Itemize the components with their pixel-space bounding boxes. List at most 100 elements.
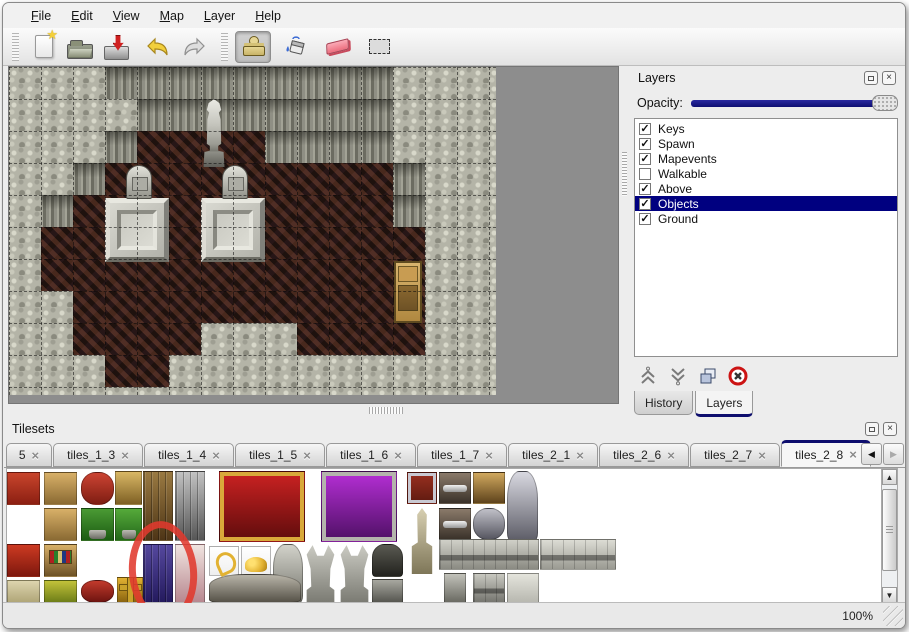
rock-wall-tile[interactable] bbox=[425, 99, 457, 131]
cliff-face-tile[interactable] bbox=[105, 67, 137, 99]
rock-wall-tile[interactable] bbox=[73, 99, 105, 131]
rock-wall-tile[interactable] bbox=[73, 355, 105, 387]
tileset-tab-tiles_1_4[interactable]: tiles_1_4× bbox=[144, 443, 234, 467]
close-tab-icon[interactable]: × bbox=[758, 448, 766, 463]
rock-wall-tile[interactable] bbox=[201, 323, 233, 355]
close-tab-icon[interactable]: × bbox=[667, 448, 675, 463]
tileset-tab-tiles_1_7[interactable]: tiles_1_7× bbox=[417, 443, 507, 467]
close-tab-icon[interactable]: × bbox=[32, 448, 40, 463]
tile-key-gold[interactable] bbox=[209, 546, 239, 576]
opacity-slider[interactable] bbox=[691, 94, 898, 112]
rock-wall-tile[interactable] bbox=[457, 131, 489, 163]
rock-wall-tile[interactable] bbox=[73, 387, 105, 395]
floor-tile[interactable] bbox=[233, 131, 265, 163]
floor-tile[interactable] bbox=[41, 259, 73, 291]
tileset-tab-tiles_1_3[interactable]: tiles_1_3× bbox=[53, 443, 143, 467]
floor-tile[interactable] bbox=[73, 291, 105, 323]
floor-tile[interactable] bbox=[297, 227, 329, 259]
cliff-face-tile[interactable] bbox=[233, 99, 265, 131]
open-file-button[interactable] bbox=[62, 31, 98, 63]
tile-bed[interactable] bbox=[175, 544, 205, 603]
rock-wall-tile[interactable] bbox=[9, 291, 41, 323]
rock-wall-tile[interactable] bbox=[9, 67, 41, 99]
rock-wall-tile[interactable] bbox=[9, 355, 41, 387]
rock-wall-tile[interactable] bbox=[9, 195, 41, 227]
cliff-face-tile[interactable] bbox=[73, 163, 105, 195]
floor-tile[interactable] bbox=[169, 195, 201, 227]
scroll-tabs-left-button[interactable]: ◀ bbox=[861, 443, 882, 465]
cliff-face-tile[interactable] bbox=[233, 67, 265, 99]
tile-obelisk[interactable] bbox=[407, 508, 437, 574]
rock-wall-tile[interactable] bbox=[9, 227, 41, 259]
floor-tile[interactable] bbox=[297, 323, 329, 355]
tile-mirror[interactable] bbox=[115, 471, 142, 505]
raise-layer-button[interactable] bbox=[637, 365, 659, 387]
floor-tile[interactable] bbox=[73, 227, 105, 259]
menu-file[interactable]: File bbox=[31, 9, 51, 23]
floor-tile[interactable] bbox=[265, 227, 297, 259]
scroll-down-button[interactable]: ▼ bbox=[882, 587, 897, 603]
stamp-tool-button[interactable] bbox=[235, 31, 271, 63]
cliff-face-tile[interactable] bbox=[393, 195, 425, 227]
scrollbar-thumb[interactable] bbox=[882, 489, 897, 571]
close-tab-icon[interactable]: × bbox=[576, 448, 584, 463]
cliff-face-tile[interactable] bbox=[265, 131, 297, 163]
close-tab-icon[interactable]: × bbox=[212, 448, 220, 463]
rock-wall-tile[interactable] bbox=[265, 387, 297, 395]
cliff-face-tile[interactable] bbox=[329, 99, 361, 131]
horizontal-splitter[interactable] bbox=[3, 404, 620, 417]
tileset-tab-tiles_1_6[interactable]: tiles_1_6× bbox=[326, 443, 416, 467]
cliff-face-tile[interactable] bbox=[297, 67, 329, 99]
tile-wall-stone-b[interactable] bbox=[540, 539, 616, 570]
tile-plant-bush[interactable] bbox=[115, 508, 142, 541]
new-file-button[interactable] bbox=[26, 31, 62, 63]
tile-wall-stone-a[interactable] bbox=[439, 539, 539, 570]
tile-banner-emblem[interactable] bbox=[7, 544, 40, 577]
floor-tile[interactable] bbox=[297, 259, 329, 291]
rock-wall-tile[interactable] bbox=[73, 67, 105, 99]
tile-wall-bottom[interactable] bbox=[473, 573, 505, 603]
rock-wall-tile[interactable] bbox=[265, 355, 297, 387]
rock-wall-tile[interactable] bbox=[201, 387, 233, 395]
floor-tile[interactable] bbox=[265, 259, 297, 291]
rock-wall-tile[interactable] bbox=[233, 387, 265, 395]
tile-banner-green[interactable] bbox=[44, 580, 77, 603]
toolbar-grip[interactable] bbox=[12, 33, 19, 61]
floor-tile[interactable] bbox=[105, 291, 137, 323]
save-file-button[interactable] bbox=[98, 31, 134, 63]
tileset-tab-tiles_1_5[interactable]: tiles_1_5× bbox=[235, 443, 325, 467]
rock-wall-tile[interactable] bbox=[457, 67, 489, 99]
cliff-face-tile[interactable] bbox=[329, 67, 361, 99]
rock-wall-tile[interactable] bbox=[265, 323, 297, 355]
tile-loom-2[interactable] bbox=[44, 508, 77, 541]
floor-tile[interactable] bbox=[105, 355, 137, 387]
floor-tile[interactable] bbox=[265, 291, 297, 323]
undo-button[interactable] bbox=[140, 31, 176, 63]
tile-gate-metal[interactable] bbox=[175, 471, 205, 541]
gravestone[interactable] bbox=[126, 165, 152, 199]
rock-wall-tile[interactable] bbox=[361, 387, 393, 395]
floor-tile[interactable] bbox=[169, 163, 201, 195]
cabinet-wood[interactable] bbox=[394, 261, 422, 323]
rock-wall-tile[interactable] bbox=[489, 291, 496, 323]
tab-layers[interactable]: Layers bbox=[695, 391, 753, 417]
layer-visibility-checkbox[interactable] bbox=[639, 168, 651, 180]
rock-wall-tile[interactable] bbox=[41, 67, 73, 99]
floor-tile[interactable] bbox=[137, 259, 169, 291]
close-tab-icon[interactable]: × bbox=[485, 448, 493, 463]
rock-wall-tile[interactable] bbox=[489, 387, 496, 395]
gravestone[interactable] bbox=[222, 165, 248, 199]
tile-door-purple[interactable] bbox=[143, 544, 173, 603]
floor-tile[interactable] bbox=[329, 259, 361, 291]
cliff-face-tile[interactable] bbox=[329, 131, 361, 163]
rock-wall-tile[interactable] bbox=[393, 387, 425, 395]
rock-wall-tile[interactable] bbox=[201, 355, 233, 387]
tile-armor-knight[interactable] bbox=[507, 471, 538, 541]
rock-wall-tile[interactable] bbox=[233, 323, 265, 355]
rock-wall-tile[interactable] bbox=[425, 259, 457, 291]
tile-bookshelf[interactable] bbox=[44, 544, 77, 577]
floor-tile[interactable] bbox=[329, 227, 361, 259]
cliff-face-tile[interactable] bbox=[265, 99, 297, 131]
floor-tile[interactable] bbox=[297, 163, 329, 195]
menu-map[interactable]: Map bbox=[160, 9, 184, 23]
